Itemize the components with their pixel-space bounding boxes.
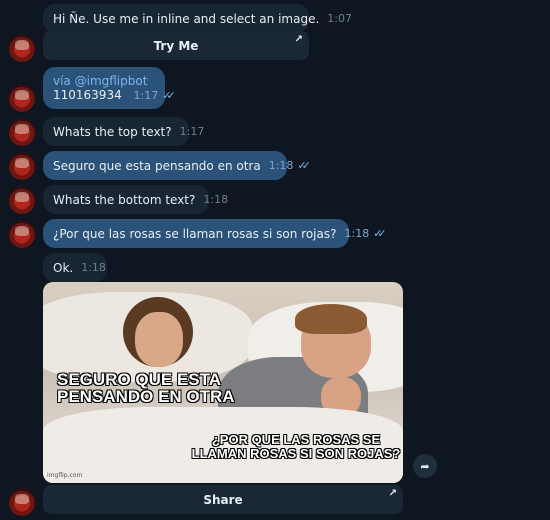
message-time: 1:18 — [344, 227, 370, 240]
bot-avatar[interactable] — [8, 34, 36, 62]
message-bubble: vía @imgflipbot 110163934 1:17 ✓✓ — [43, 67, 176, 109]
woman-face — [135, 312, 183, 367]
message-text: Seguro que esta pensando en otra — [53, 158, 261, 173]
message-time: 1:17 — [133, 89, 159, 102]
try-me-label: Try Me — [153, 38, 199, 53]
bot-avatar[interactable] — [8, 118, 36, 146]
meme-image[interactable]: SEGURO QUE ESTA PENSANDO EN OTRA ¿POR QU… — [43, 282, 403, 483]
meme-top-text: SEGURO QUE ESTA PENSANDO EN OTRA — [57, 370, 235, 406]
message-text: Whats the top text? — [53, 124, 172, 139]
message-bubble: ¿Por que las rosas se llaman rosas si so… — [43, 219, 387, 248]
message-time: 1:18 — [203, 193, 229, 206]
meme-watermark: imgflip.com — [47, 472, 83, 479]
double-check-icon: ✓✓ — [297, 159, 311, 172]
message-time: 1:17 — [179, 125, 205, 138]
meme-bottom-text: ¿POR QUE LAS ROSAS SE LLAMAN ROSAS SI SO… — [191, 432, 401, 461]
message-bubble: Ok. 1:18 — [43, 253, 107, 282]
share-icon[interactable]: ➦ — [413, 454, 437, 478]
message-body: 110163934 1:17 ✓✓ — [53, 88, 176, 102]
via-bot-link[interactable]: vía @imgflipbot — [53, 74, 147, 88]
double-check-icon: ✓✓ — [373, 227, 387, 240]
bot-avatar[interactable] — [8, 186, 36, 214]
user-avatar[interactable] — [8, 220, 36, 248]
message-text: Hi Ñe. Use me in inline and select an im… — [53, 11, 320, 26]
user-avatar[interactable] — [8, 152, 36, 180]
try-me-button[interactable]: Try Me ↗ — [43, 31, 309, 60]
bot-avatar[interactable] — [8, 488, 36, 516]
message-time: 1:18 — [268, 159, 294, 172]
share-glyph: ➦ — [420, 459, 430, 473]
forward-icon: ↗ — [294, 34, 303, 45]
message-bubble: Whats the bottom text? 1:18 — [43, 185, 228, 214]
message-text: ¿Por que las rosas se llaman rosas si so… — [53, 226, 337, 241]
message-text: Whats the bottom text? — [53, 192, 196, 207]
message-bubble: Hi Ñe. Use me in inline and select an im… — [43, 4, 352, 33]
forward-icon: ↗ — [388, 488, 397, 499]
share-label: Share — [203, 492, 243, 507]
share-button[interactable]: Share ↗ — [43, 485, 403, 514]
message-text: Ok. — [53, 260, 74, 275]
message-time: 1:18 — [81, 261, 106, 274]
message-bubble: Seguro que esta pensando en otra 1:18 ✓✓ — [43, 151, 311, 180]
user-avatar[interactable] — [8, 84, 36, 112]
message-bubble: Whats the top text? 1:17 — [43, 117, 204, 146]
message-time: 1:07 — [327, 12, 352, 25]
man-hair — [295, 304, 367, 334]
message-text: 110163934 — [53, 88, 122, 102]
double-check-icon: ✓✓ — [162, 89, 176, 102]
